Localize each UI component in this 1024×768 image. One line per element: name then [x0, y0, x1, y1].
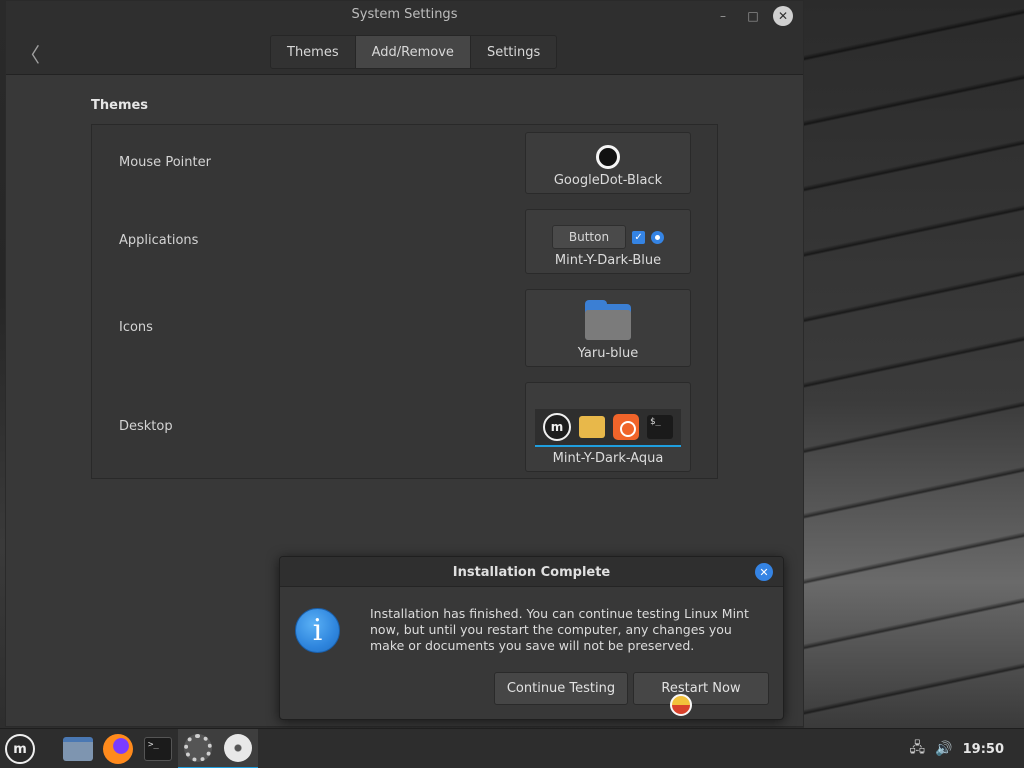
volume-icon[interactable]: 🔊: [935, 741, 952, 757]
close-button[interactable]: ✕: [773, 6, 793, 26]
files-icon: [63, 737, 93, 761]
tab-settings[interactable]: Settings: [470, 36, 557, 68]
dialog-titlebar: Installation Complete ✕: [280, 557, 783, 587]
desktop-theme-button[interactable]: m $_ Mint-Y-Dark-Aqua: [525, 382, 691, 472]
firefox-icon: [103, 734, 133, 764]
taskbar-files-launcher[interactable]: [58, 729, 98, 768]
applications-preview: Button ✓: [551, 225, 665, 249]
label-icons: Icons: [119, 320, 153, 335]
checkbox-preview-icon: ✓: [632, 230, 646, 244]
network-icon[interactable]: 🖧: [910, 737, 926, 761]
taskbar: m >_ 🖧 🔊 19:50: [0, 728, 1024, 768]
taskbar-terminal-launcher[interactable]: >_: [138, 729, 178, 768]
back-chevron-icon[interactable]: 〈: [20, 39, 40, 68]
window-controls: – □ ✕: [713, 6, 793, 26]
disc-icon: [224, 734, 252, 762]
label-desktop: Desktop: [119, 419, 173, 434]
label-applications: Applications: [119, 233, 199, 248]
firefox-icon: [613, 414, 639, 440]
label-mouse-pointer: Mouse Pointer: [119, 155, 211, 170]
desktop-theme-name: Mint-Y-Dark-Aqua: [552, 451, 664, 466]
info-icon: i: [295, 608, 340, 653]
installation-complete-dialog: Installation Complete ✕ i Installation h…: [279, 556, 784, 720]
cursor-preview-icon: [596, 145, 620, 169]
desktop-panel-preview: m $_: [535, 409, 681, 447]
clock[interactable]: 19:50: [963, 742, 1004, 757]
wallpaper-pattern: [804, 0, 1024, 728]
themes-frame: Mouse Pointer GoogleDot-Black Applicatio…: [91, 124, 718, 479]
gear-icon: [184, 734, 212, 762]
maximize-button[interactable]: □: [743, 6, 763, 26]
icons-theme-name: Yaru-blue: [577, 346, 639, 361]
terminal-icon: $_: [647, 415, 673, 439]
applications-theme-button[interactable]: Button ✓ Mint-Y-Dark-Blue: [525, 209, 691, 274]
minimize-button[interactable]: –: [713, 6, 733, 26]
taskbar-firefox-launcher[interactable]: [98, 729, 138, 768]
mouse-pointer-theme-button[interactable]: GoogleDot-Black: [525, 132, 691, 194]
dialog-title: Installation Complete: [452, 565, 611, 580]
taskbar-menu-button[interactable]: m: [0, 729, 40, 768]
taskbar-system-settings[interactable]: [178, 729, 218, 768]
dialog-message: Installation has finished. You can conti…: [370, 606, 749, 653]
tab-add-remove[interactable]: Add/Remove: [355, 36, 471, 68]
dialog-close-icon[interactable]: ✕: [755, 563, 773, 581]
continue-testing-button[interactable]: Continue Testing: [494, 672, 628, 705]
mint-menu-icon: m: [5, 734, 35, 764]
section-title-themes: Themes: [91, 98, 149, 113]
restart-now-button[interactable]: Restart Now: [633, 672, 769, 705]
folder-icon: [585, 300, 631, 340]
system-tray: 🖧 🔊 19:50: [910, 729, 1024, 768]
radio-preview-icon: [651, 230, 665, 244]
mouse-pointer-theme-name: GoogleDot-Black: [553, 173, 663, 188]
files-icon: [579, 416, 605, 438]
preview-button: Button: [551, 225, 627, 249]
tab-themes[interactable]: Themes: [271, 36, 356, 68]
applications-theme-name: Mint-Y-Dark-Blue: [554, 253, 662, 268]
window-titlebar: System Settings – □ ✕ 〈 Themes Add/Remov…: [6, 1, 803, 75]
busy-cursor-icon: [670, 694, 692, 716]
window-title: System Settings: [351, 7, 458, 22]
taskbar-installer[interactable]: [218, 729, 258, 768]
terminal-icon: >_: [144, 737, 172, 761]
tab-bar: Themes Add/Remove Settings: [270, 35, 558, 69]
icons-theme-button[interactable]: Yaru-blue: [525, 289, 691, 367]
mint-menu-icon: m: [543, 413, 571, 441]
